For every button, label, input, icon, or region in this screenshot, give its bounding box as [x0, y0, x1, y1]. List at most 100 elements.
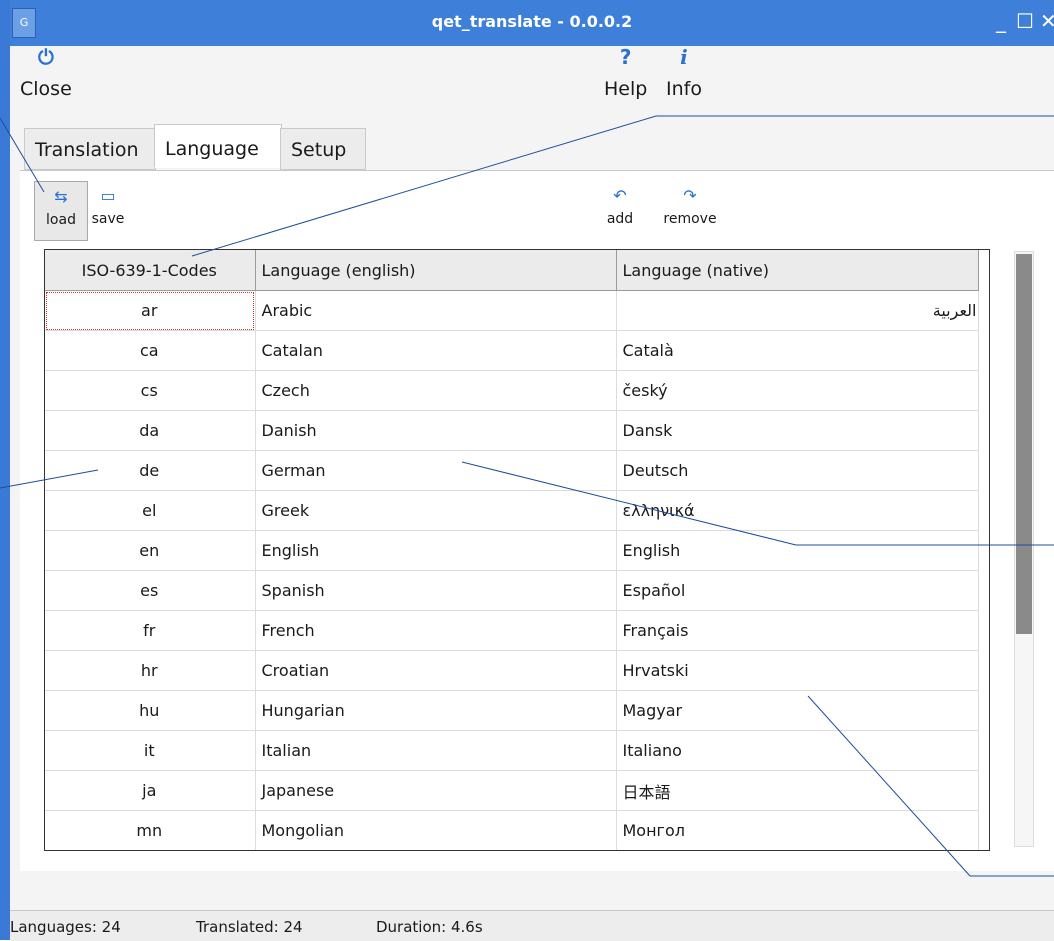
table-row[interactable]: el Greek ελληνικά [45, 490, 979, 531]
remove-label: remove [663, 211, 717, 227]
cell-iso-code[interactable]: it [45, 730, 256, 771]
language-table[interactable]: ISO-639-1-Codes Language (english) Langu… [44, 249, 990, 851]
cell-language-native[interactable]: Español [616, 570, 979, 611]
table-row[interactable]: mn Mongolian Монгол [45, 810, 979, 850]
close-label: Close [20, 78, 72, 100]
status-translated: Translated: 24 [196, 918, 303, 936]
cell-iso-code[interactable]: hr [45, 650, 256, 691]
cell-iso-code[interactable]: ca [45, 330, 256, 371]
cell-iso-code[interactable]: da [45, 410, 256, 451]
vertical-scrollbar[interactable] [1014, 251, 1034, 847]
table-row[interactable]: cs Czech český [45, 370, 979, 411]
tab-setup[interactable]: Setup [280, 128, 366, 170]
cell-iso-code[interactable]: ja [45, 770, 256, 811]
cell-iso-code[interactable]: ar [45, 290, 256, 331]
cell-language-english[interactable]: Croatian [255, 650, 617, 691]
help-button[interactable]: ? Help [604, 46, 647, 100]
cell-language-english[interactable]: Arabic [255, 290, 617, 331]
cell-language-native[interactable]: Монгол [616, 810, 979, 850]
table-row[interactable]: en English English [45, 530, 979, 571]
question-icon: ? [619, 45, 632, 69]
close-window-button[interactable]: ✕ [1040, 10, 1054, 32]
cell-language-native[interactable]: العربية [616, 290, 979, 331]
table-header-row: ISO-639-1-Codes Language (english) Langu… [45, 250, 979, 291]
cell-language-native[interactable]: Français [616, 610, 979, 651]
undo-arrow-icon: ↶ [613, 186, 627, 205]
maximize-button[interactable]: ☐ [1016, 10, 1034, 32]
cell-iso-code[interactable]: el [45, 490, 256, 531]
status-languages: Languages: 24 [10, 918, 121, 936]
cell-language-native[interactable]: 日本語 [616, 770, 979, 811]
table-row[interactable]: ja Japanese 日本語 [45, 770, 979, 811]
table-row[interactable]: it Italian Italiano [45, 730, 979, 771]
cell-language-native[interactable]: English [616, 530, 979, 571]
minimize-button[interactable]: _ [996, 10, 1006, 32]
cell-iso-code[interactable]: en [45, 530, 256, 571]
cell-language-english[interactable]: German [255, 450, 617, 491]
cell-language-english[interactable]: Catalan [255, 330, 617, 371]
cell-language-english[interactable]: Japanese [255, 770, 617, 811]
table-row[interactable]: da Danish Dansk [45, 410, 979, 451]
cell-language-english[interactable]: Greek [255, 490, 617, 531]
column-header-english[interactable]: Language (english) [255, 250, 617, 291]
tab-language[interactable]: Language [154, 124, 282, 168]
save-label: save [91, 211, 125, 227]
cell-language-native[interactable]: Deutsch [616, 450, 979, 491]
tab-translation[interactable]: Translation [24, 128, 156, 170]
window-title: qet_translate - 0.0.0.2 [431, 12, 633, 31]
cell-language-english[interactable]: Spanish [255, 570, 617, 611]
save-button[interactable]: ▭ save [86, 185, 130, 227]
cell-language-native[interactable]: Magyar [616, 690, 979, 731]
table-row[interactable]: es Spanish Español [45, 570, 979, 611]
main-toolbar: ⏻ Close ? Help i Info [10, 46, 1054, 124]
cell-language-english[interactable]: French [255, 610, 617, 651]
info-button[interactable]: i Info [666, 46, 702, 100]
cell-language-native[interactable]: Hrvatski [616, 650, 979, 691]
title-bar[interactable]: G qet_translate - 0.0.0.2 _ ☐ ✕ [10, 0, 1054, 46]
load-label: load [46, 212, 76, 228]
close-button[interactable]: ⏻ Close [20, 46, 72, 100]
cell-language-native[interactable]: český [616, 370, 979, 411]
cell-language-english[interactable]: Czech [255, 370, 617, 411]
cell-language-english[interactable]: Mongolian [255, 810, 617, 850]
cell-language-english[interactable]: Danish [255, 410, 617, 451]
scrollbar-thumb[interactable] [1016, 254, 1032, 634]
cell-language-native[interactable]: Norwegian [616, 851, 978, 852]
help-label: Help [604, 78, 648, 100]
table-row[interactable]: de German Deutsch [45, 450, 979, 491]
cell-language-english[interactable]: English [255, 530, 617, 571]
cell-iso-code[interactable]: cs [45, 370, 256, 411]
info-icon: i [680, 45, 688, 69]
cell-iso-code[interactable]: de [45, 450, 256, 491]
table-row[interactable]: ar Arabic العربية [45, 290, 979, 331]
cell-iso-code[interactable]: es [45, 570, 256, 611]
column-header-iso[interactable]: ISO-639-1-Codes [45, 250, 256, 291]
cell-language-english[interactable]: Norwegian [255, 851, 616, 852]
remove-button[interactable]: ↷ remove [654, 185, 726, 227]
add-button[interactable]: ↶ add [602, 185, 638, 227]
cell-language-english[interactable]: Hungarian [255, 690, 617, 731]
table-row[interactable]: hu Hungarian Magyar [45, 690, 979, 731]
table-row[interactable]: fr French Français [45, 610, 979, 651]
power-icon: ⏻ [37, 45, 54, 69]
app-window: G qet_translate - 0.0.0.2 _ ☐ ✕ ⏻ Close … [10, 0, 1054, 941]
status-duration: Duration: 4.6s [376, 918, 483, 936]
cell-iso-code[interactable]: nb [45, 851, 255, 852]
column-header-native[interactable]: Language (native) [616, 250, 979, 291]
cell-language-native[interactable]: Català [616, 330, 979, 371]
cell-language-english[interactable]: Italian [255, 730, 617, 771]
redo-arrow-icon: ↷ [683, 186, 697, 205]
cell-language-native[interactable]: Italiano [616, 730, 979, 771]
cell-iso-code[interactable]: mn [45, 810, 256, 850]
cell-iso-code[interactable]: hu [45, 690, 256, 731]
cell-iso-code[interactable]: fr [45, 610, 256, 651]
table-row[interactable]: nbNorwegianNorwegian [45, 851, 978, 852]
info-label: Info [666, 78, 702, 100]
load-button[interactable]: ⇆ load [34, 181, 88, 241]
language-panel: ⇆ load ▭ save ↶ add ↷ remove ISO-639-1-C… [20, 170, 1054, 871]
cell-language-native[interactable]: ελληνικά [616, 490, 979, 531]
window-left-border [0, 0, 10, 940]
table-row[interactable]: ca Catalan Català [45, 330, 979, 371]
cell-language-native[interactable]: Dansk [616, 410, 979, 451]
table-row[interactable]: hr Croatian Hrvatski [45, 650, 979, 691]
